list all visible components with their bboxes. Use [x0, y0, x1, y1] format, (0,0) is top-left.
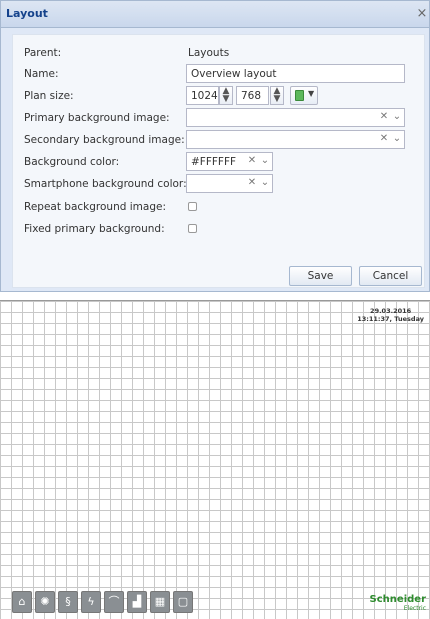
plan-height-spinner[interactable]: ▲ ▼ [270, 86, 284, 105]
chevron-down-icon: ▼ [308, 89, 315, 98]
plan-height-input[interactable]: 768 [236, 86, 269, 105]
name-input[interactable]: Overview layout [186, 64, 405, 83]
date-text: 29.03.2016 [370, 307, 412, 315]
logo-main-text: Schneider [369, 594, 426, 605]
row-repeat-bg: Repeat background image: [13, 197, 424, 217]
plan-size-preset-button[interactable]: ▼ [290, 86, 318, 105]
dialog-form: Parent: Layouts Name: Overview layout Pl… [12, 34, 425, 288]
clear-icon[interactable]: ✕ [377, 130, 391, 149]
parent-value: Layouts [188, 47, 230, 59]
layout-plan-canvas[interactable]: 29.03.2016 13:11:37, Tuesday ⌂ ✺ § ϟ ⌒ ▟… [0, 300, 430, 619]
parent-label: Parent: [24, 47, 62, 59]
layout-preset-icon [295, 90, 304, 101]
light-icon[interactable]: ✺ [35, 591, 55, 613]
row-secondary-bg: Secondary background image: ✕ ⌄ [13, 130, 424, 150]
chevron-down-icon[interactable]: ⌄ [258, 174, 272, 193]
fixed-primary-bg-label: Fixed primary background: [24, 223, 165, 235]
secondary-bg-label: Secondary background image: [24, 134, 185, 146]
calendar-icon[interactable]: ▦ [150, 591, 170, 613]
plan-width-spinner[interactable]: ▲ ▼ [219, 86, 233, 105]
shade-icon[interactable]: ⌒ [104, 591, 124, 613]
row-parent: Parent: Layouts [13, 43, 424, 63]
logo-sub-text: Electric [403, 605, 426, 612]
time-text: 13:11:37, Tuesday [357, 315, 424, 323]
chevron-down-icon[interactable]: ⌄ [258, 152, 272, 171]
layout-dialog: Layout × Parent: Layouts Name: Overview … [0, 0, 430, 292]
date-time-widget: 29.03.2016 13:11:37, Tuesday [357, 307, 424, 323]
name-label: Name: [24, 68, 59, 80]
chevron-down-icon[interactable]: ⌄ [390, 108, 404, 127]
dialog-title: Layout [6, 7, 48, 20]
row-bg-color: Background color: #FFFFFF ✕ ⌄ [13, 152, 424, 172]
repeat-bg-label: Repeat background image: [24, 201, 166, 213]
clear-icon[interactable]: ✕ [245, 174, 259, 193]
primary-bg-label: Primary background image: [24, 112, 170, 124]
row-plan-size: Plan size: 1024 ▲ ▼ 768 ▲ ▼ ▼ [13, 86, 424, 106]
cancel-button[interactable]: Cancel [359, 266, 422, 286]
smartphone-bg-color-label: Smartphone background color: [24, 178, 187, 190]
blinds-icon[interactable]: § [58, 591, 78, 613]
save-button[interactable]: Save [289, 266, 352, 286]
bg-color-label: Background color: [24, 156, 120, 168]
plan-size-label: Plan size: [24, 90, 74, 102]
plan-toolbar: ⌂ ✺ § ϟ ⌒ ▟ ▦ ▢ [12, 591, 193, 613]
row-fixed-primary-bg: Fixed primary background: [13, 219, 424, 239]
chevron-down-icon[interactable]: ⌄ [390, 130, 404, 149]
secondary-bg-select[interactable] [186, 130, 405, 149]
plan-width-input[interactable]: 1024 [186, 86, 219, 105]
clear-icon[interactable]: ✕ [377, 108, 391, 127]
fixed-primary-bg-checkbox[interactable] [188, 224, 197, 233]
row-smartphone-bg-color: Smartphone background color: ✕ ⌄ [13, 174, 424, 194]
schneider-logo: Schneider Electric [369, 594, 426, 613]
clear-icon[interactable]: ✕ [245, 152, 259, 171]
primary-bg-select[interactable] [186, 108, 405, 127]
home-icon[interactable]: ⌂ [12, 591, 32, 613]
energy-icon[interactable]: ϟ [81, 591, 101, 613]
document-icon[interactable]: ▢ [173, 591, 193, 613]
close-icon[interactable]: × [415, 4, 429, 24]
row-name: Name: Overview layout [13, 64, 424, 84]
row-primary-bg: Primary background image: ✕ ⌄ [13, 108, 424, 128]
dialog-titlebar[interactable]: Layout × [1, 1, 429, 28]
repeat-bg-checkbox[interactable] [188, 202, 197, 211]
chart-icon[interactable]: ▟ [127, 591, 147, 613]
